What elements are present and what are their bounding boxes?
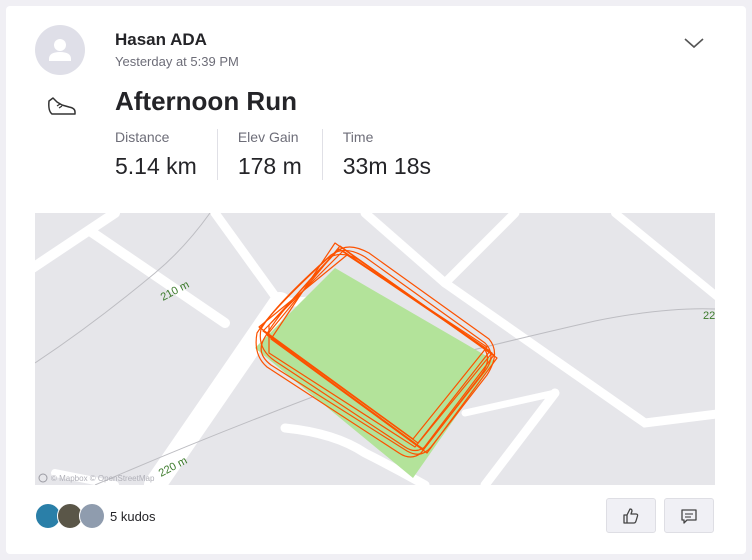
comment-icon: [681, 508, 697, 524]
running-shoe-icon: [44, 91, 80, 121]
stat-elev-gain: Elev Gain 178 m: [238, 129, 323, 180]
activity-stats: Distance 5.14 km Elev Gain 178 m Time 33…: [115, 129, 471, 180]
thumbs-up-icon: [623, 507, 639, 524]
activity-timestamp: Yesterday at 5:39 PM: [115, 54, 239, 69]
chevron-down-icon[interactable]: [682, 33, 706, 53]
avatar: [79, 503, 105, 529]
stat-label: Distance: [115, 129, 170, 145]
kudos-count[interactable]: 5 kudos: [110, 509, 156, 524]
stat-value: 5.14 km: [115, 153, 197, 179]
kudos-avatars[interactable]: [35, 503, 107, 529]
activity-card: Hasan ADA Yesterday at 5:39 PM Afternoon…: [6, 6, 746, 554]
athlete-name[interactable]: Hasan ADA: [115, 30, 207, 50]
stat-distance: Distance 5.14 km: [115, 129, 218, 180]
comment-button[interactable]: [664, 498, 714, 533]
stat-time: Time 33m 18s: [343, 129, 451, 180]
give-kudos-button[interactable]: [606, 498, 656, 533]
stat-label: Time: [342, 129, 374, 145]
map-attribution[interactable]: © Mapbox © OpenStreetMap: [51, 474, 155, 483]
activity-title[interactable]: Afternoon Run: [115, 86, 297, 117]
user-silhouette-icon: [49, 39, 71, 61]
contour-label: 22: [703, 310, 715, 322]
stat-value: 33m 18s: [342, 153, 431, 179]
stat-value: 178 m: [237, 153, 302, 179]
athlete-avatar[interactable]: [35, 25, 85, 75]
route-map[interactable]: 210 m 220 m 22 © Mapbox © OpenStreetMap: [35, 213, 715, 485]
stat-label: Elev Gain: [237, 129, 299, 145]
